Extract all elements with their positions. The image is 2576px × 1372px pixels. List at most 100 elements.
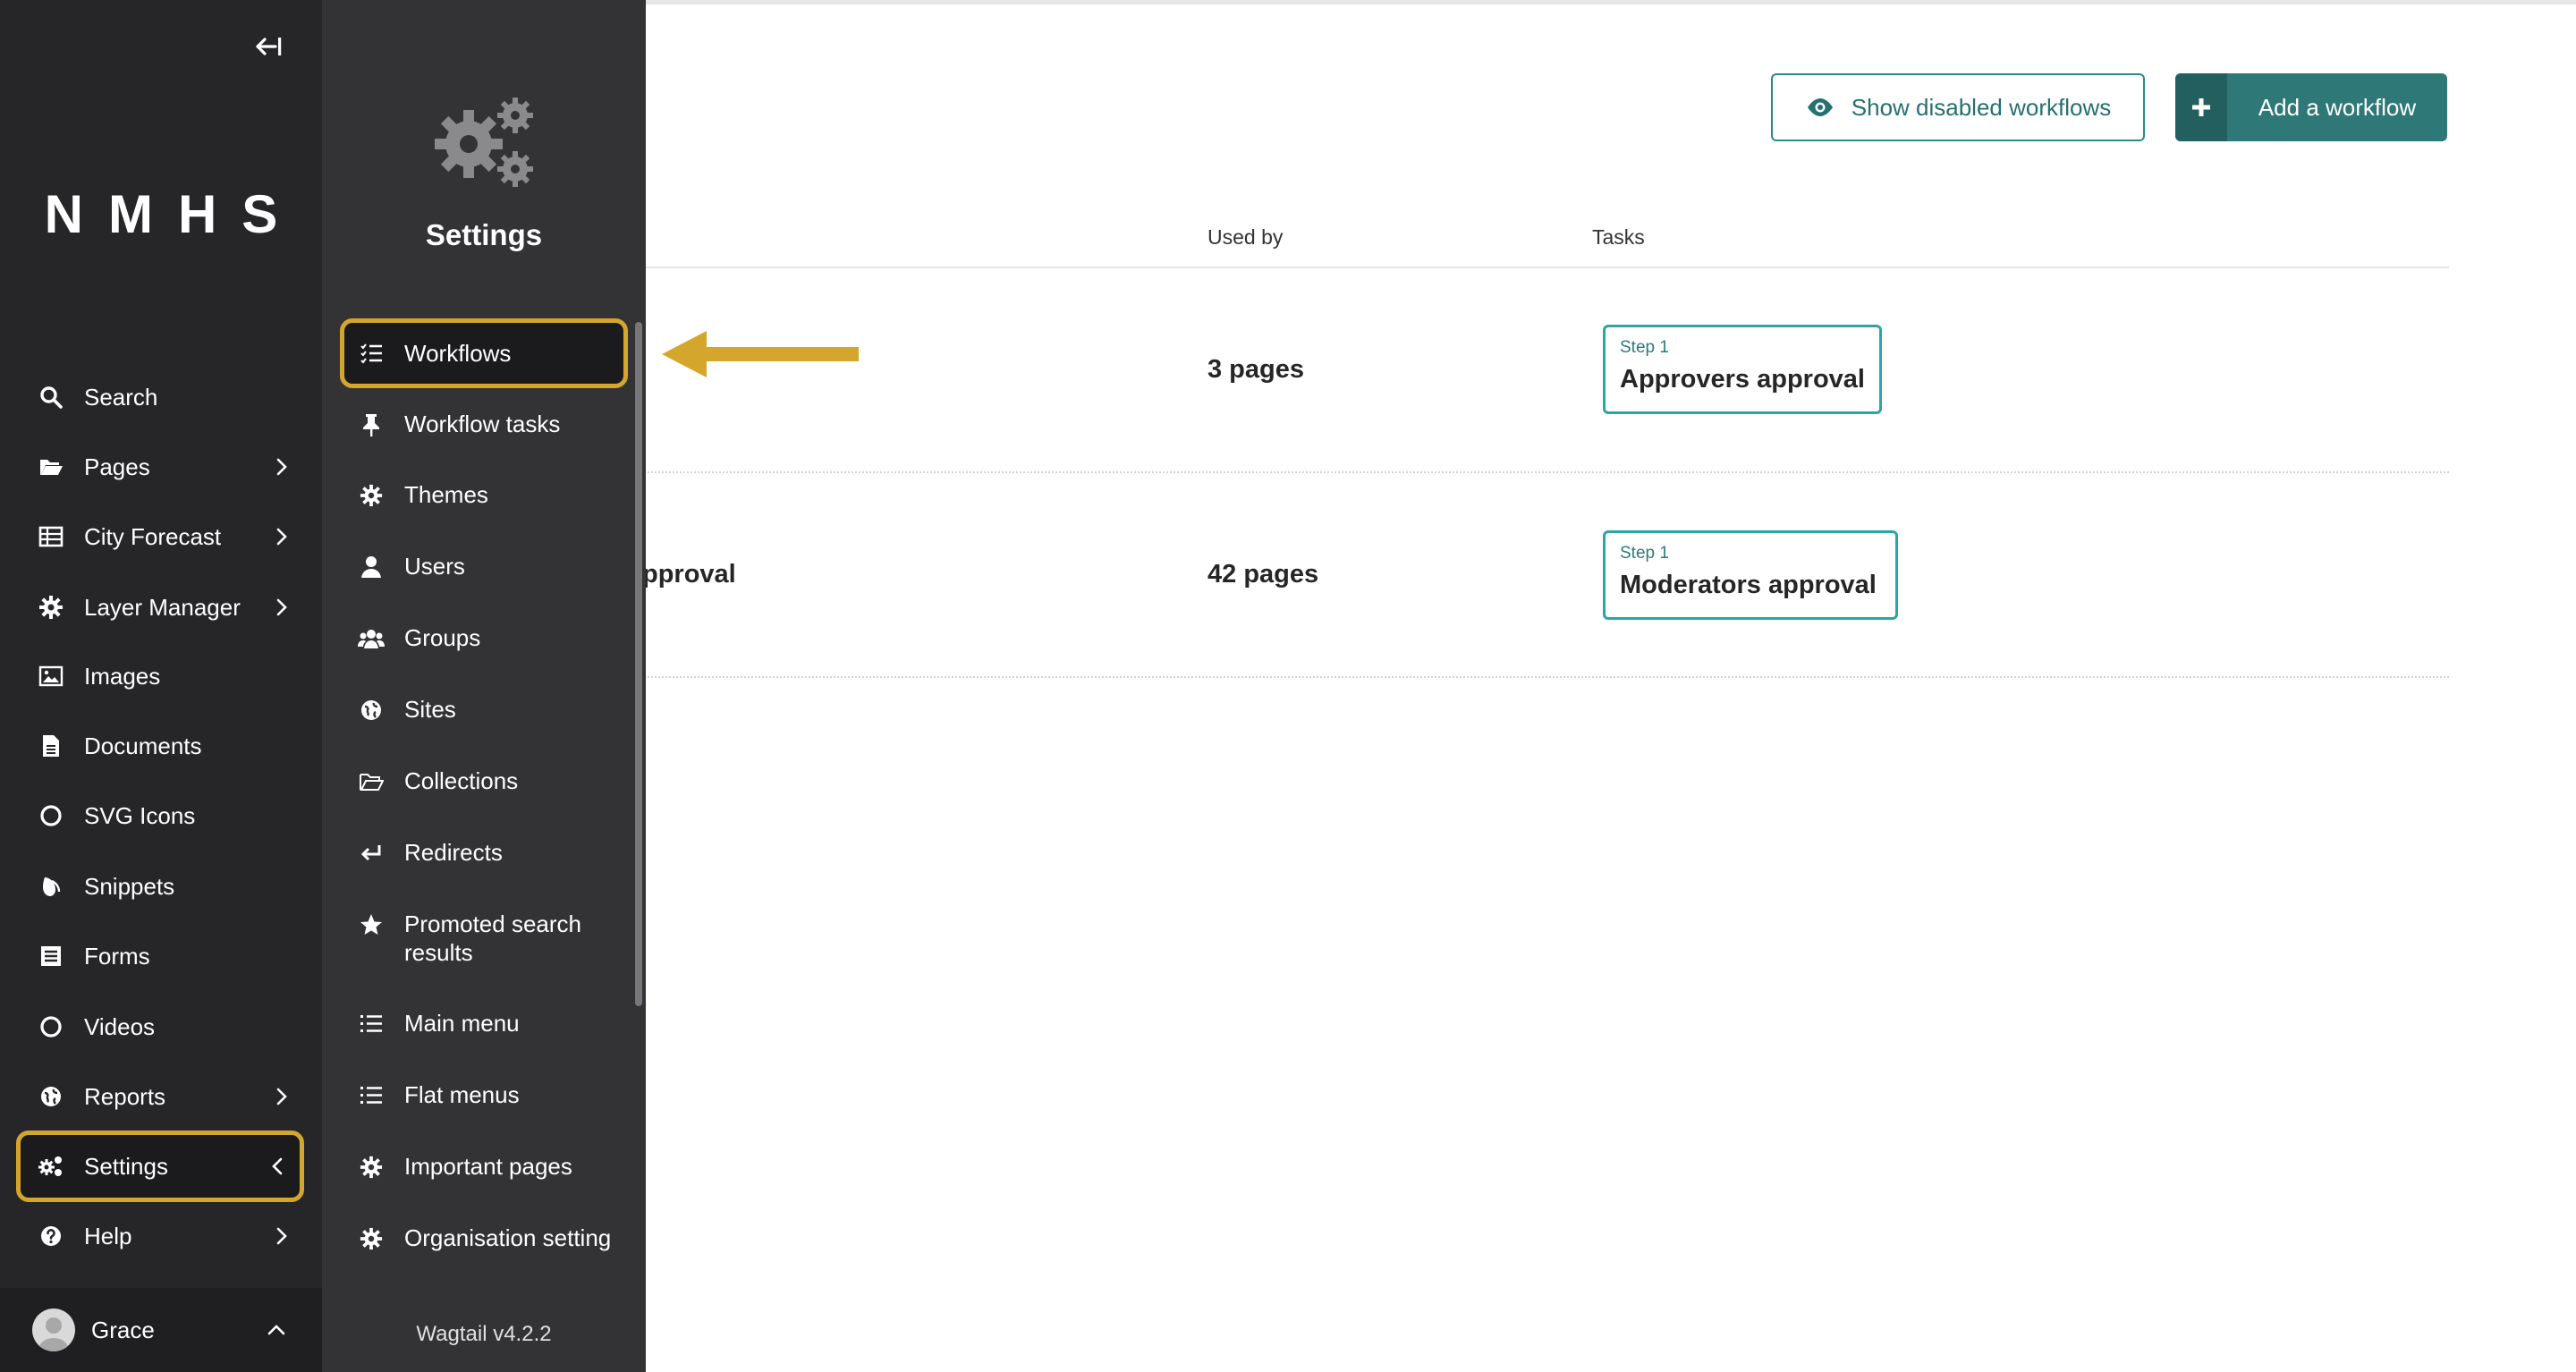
submenu-item-workflows[interactable]: Workflows bbox=[340, 318, 628, 388]
sidebar-item-help[interactable]: Help bbox=[16, 1206, 304, 1266]
column-header-tasks: Tasks bbox=[1592, 225, 1645, 249]
sidebar: NMHS Search Pages City Forecast Layer Ma… bbox=[0, 0, 322, 1372]
add-workflow-label: Add a workflow bbox=[2258, 93, 2417, 121]
gear-icon bbox=[358, 482, 385, 509]
star-icon bbox=[358, 911, 385, 938]
collapse-sidebar-button[interactable] bbox=[250, 29, 288, 64]
table-row-divider bbox=[644, 471, 2449, 473]
globe-icon bbox=[34, 1080, 68, 1114]
chevron-up-icon bbox=[267, 1324, 286, 1336]
chevron-right-icon bbox=[268, 1223, 295, 1249]
submenu-item-label: Workflow tasks bbox=[404, 411, 561, 437]
sidebar-item-label: Help bbox=[84, 1222, 132, 1249]
column-header-used-by: Used by bbox=[1208, 225, 1284, 249]
thumbtack-icon bbox=[358, 411, 385, 438]
folder-open-icon bbox=[34, 450, 68, 484]
collapse-icon bbox=[256, 36, 283, 57]
circle-icon bbox=[34, 799, 68, 833]
submenu-item-themes[interactable]: Themes bbox=[340, 480, 628, 509]
add-workflow-button[interactable]: Add a workflow bbox=[2175, 73, 2447, 141]
sidebar-item-label: Search bbox=[84, 383, 158, 411]
group-icon bbox=[358, 625, 385, 652]
document-icon bbox=[34, 729, 68, 763]
submenu-item-workflow-tasks[interactable]: Workflow tasks bbox=[340, 410, 628, 438]
list-icon bbox=[358, 1011, 385, 1037]
sidebar-item-label: Reports bbox=[84, 1082, 166, 1110]
circle-icon bbox=[34, 1010, 68, 1044]
sidebar-item-label: Settings bbox=[84, 1152, 168, 1180]
form-icon bbox=[34, 939, 68, 973]
help-icon bbox=[34, 1219, 68, 1253]
sidebar-item-svg-icons[interactable]: SVG Icons bbox=[16, 785, 304, 846]
sidebar-item-documents[interactable]: Documents bbox=[16, 716, 304, 776]
version-label: Wagtail v4.2.2 bbox=[416, 1322, 552, 1346]
search-icon bbox=[34, 380, 68, 414]
settings-submenu: Settings Workflows Workflow tasks Themes… bbox=[322, 0, 646, 1372]
chevron-right-icon bbox=[268, 523, 295, 550]
sidebar-item-settings[interactable]: Settings bbox=[16, 1131, 304, 1202]
sidebar-item-forms[interactable]: Forms bbox=[16, 926, 304, 987]
workflow-name-cell[interactable]: pproval bbox=[642, 560, 736, 589]
cogs-icon bbox=[34, 1149, 68, 1183]
task-name: Moderators approval bbox=[1620, 571, 1877, 599]
sidebar-item-pages[interactable]: Pages bbox=[16, 436, 304, 497]
submenu-item-label: Flat menus bbox=[404, 1081, 520, 1108]
show-disabled-workflows-button[interactable]: Show disabled workflows bbox=[1771, 73, 2145, 141]
submenu-scrollbar[interactable] bbox=[635, 322, 642, 1006]
submenu-item-important-pages[interactable]: Important pages bbox=[340, 1152, 628, 1181]
sidebar-item-label: SVG Icons bbox=[84, 801, 196, 829]
submenu-item-label: Promoted search results bbox=[404, 910, 581, 966]
plus-icon bbox=[2175, 73, 2227, 141]
list-icon bbox=[358, 1082, 385, 1109]
chevron-left-icon bbox=[264, 1153, 291, 1180]
submenu-item-label: Workflows bbox=[404, 340, 512, 367]
redirect-icon bbox=[358, 840, 385, 867]
globe-icon bbox=[358, 697, 385, 724]
chevron-right-icon bbox=[268, 594, 295, 621]
submenu-item-label: Organisation setting bbox=[404, 1224, 612, 1251]
sidebar-item-city-forecast[interactable]: City Forecast bbox=[16, 506, 304, 567]
submenu-item-sites[interactable]: Sites bbox=[340, 695, 628, 724]
avatar bbox=[32, 1308, 75, 1351]
submenu-item-redirects[interactable]: Redirects bbox=[340, 838, 628, 867]
task-card-moderators[interactable]: Step 1 Moderators approval bbox=[1603, 530, 1898, 620]
submenu-item-flat-menus[interactable]: Flat menus bbox=[340, 1080, 628, 1109]
gear-icon bbox=[358, 1154, 385, 1181]
sidebar-item-snippets[interactable]: Snippets bbox=[16, 856, 304, 917]
task-step-label: Step 1 bbox=[1620, 544, 1669, 563]
sidebar-item-label: Pages bbox=[84, 453, 150, 480]
sidebar-item-label: Documents bbox=[84, 732, 202, 759]
sidebar-item-images[interactable]: Images bbox=[16, 646, 304, 707]
submenu-item-label: Users bbox=[404, 553, 465, 580]
folder-open-icon bbox=[358, 768, 385, 795]
submenu-item-collections[interactable]: Collections bbox=[340, 766, 628, 795]
user-icon bbox=[358, 554, 385, 580]
submenu-item-users[interactable]: Users bbox=[340, 552, 628, 580]
arrow-left-icon bbox=[662, 329, 860, 379]
sidebar-item-videos[interactable]: Videos bbox=[16, 996, 304, 1057]
gear-icon bbox=[34, 590, 68, 624]
used-by-cell: 42 pages bbox=[1208, 560, 1319, 589]
submenu-item-promoted-search-results[interactable]: Promoted search results bbox=[340, 910, 628, 967]
table-icon bbox=[34, 520, 68, 554]
logo[interactable]: NMHS bbox=[0, 183, 322, 245]
task-name: Approvers approval bbox=[1620, 365, 1865, 394]
submenu-item-groups[interactable]: Groups bbox=[340, 623, 628, 652]
task-step-label: Step 1 bbox=[1620, 338, 1669, 357]
account-menu[interactable]: Grace bbox=[0, 1288, 322, 1372]
submenu-item-main-menu[interactable]: Main menu bbox=[340, 1009, 628, 1037]
sidebar-item-label: Videos bbox=[84, 1012, 156, 1040]
sidebar-item-label: City Forecast bbox=[84, 522, 222, 550]
eye-icon bbox=[1805, 97, 1835, 118]
submenu-item-label: Redirects bbox=[404, 839, 503, 866]
submenu-item-label: Collections bbox=[404, 767, 519, 794]
sidebar-item-reports[interactable]: Reports bbox=[16, 1066, 304, 1127]
tasks-icon bbox=[358, 340, 385, 367]
sidebar-item-layer-manager[interactable]: Layer Manager bbox=[16, 577, 304, 638]
task-card-approvers[interactable]: Step 1 Approvers approval bbox=[1603, 325, 1882, 414]
sidebar-item-search[interactable]: Search bbox=[16, 367, 304, 428]
image-icon bbox=[34, 659, 68, 693]
submenu-item-organisation-setting[interactable]: Organisation setting bbox=[340, 1224, 628, 1252]
submenu-title: Settings bbox=[425, 218, 543, 251]
chevron-right-icon bbox=[268, 453, 295, 480]
